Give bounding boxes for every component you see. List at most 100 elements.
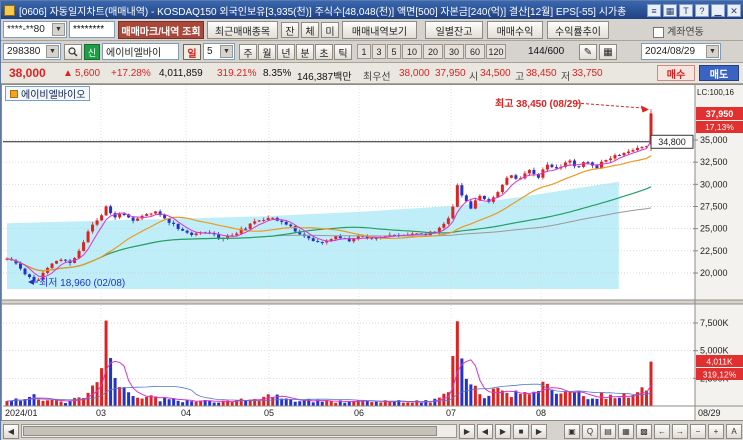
sell-button[interactable]: 매도 bbox=[699, 65, 739, 81]
profit-trend-button[interactable]: 수익률추이 bbox=[547, 21, 609, 39]
minute-button[interactable]: 120 bbox=[486, 44, 506, 59]
period-button[interactable]: 틱 bbox=[334, 44, 352, 60]
chevron-down-icon[interactable]: ▼ bbox=[220, 45, 233, 58]
chevron-down-icon[interactable]: ▼ bbox=[52, 23, 65, 36]
zoom-out-icon[interactable]: − bbox=[690, 423, 706, 439]
chart-settings-icon[interactable]: ▦ bbox=[599, 44, 617, 60]
price-info-bar: 38,000 ▲ 5,600 +17.28% 4,011,859 319.21%… bbox=[1, 63, 743, 84]
candle bbox=[109, 206, 113, 214]
volume-bar bbox=[329, 400, 333, 406]
stock-search-button[interactable] bbox=[64, 44, 82, 60]
volume-bar bbox=[320, 401, 324, 406]
volume-bar bbox=[163, 397, 167, 406]
volume-bar bbox=[73, 397, 77, 406]
minute-button[interactable]: 30 bbox=[444, 44, 464, 59]
edit-icon[interactable]: ✎ bbox=[579, 44, 597, 60]
ticker-icon[interactable]: T bbox=[679, 3, 693, 17]
nav-stop-icon[interactable]: ■ bbox=[513, 423, 529, 439]
account-link-label: 계좌연동 bbox=[667, 27, 704, 38]
candle bbox=[19, 263, 23, 269]
account-toolbar: ****-**80 ▼ 매매마크/내역 조회 최근매매종목 잔 체 미 매매내역… bbox=[1, 19, 743, 41]
nav-left-icon[interactable]: ◀ bbox=[477, 423, 493, 439]
minute-button[interactable]: 1 bbox=[357, 44, 371, 59]
candle bbox=[262, 219, 266, 221]
recent-trades-button[interactable]: 최근매매종목 bbox=[207, 21, 278, 39]
minute-button[interactable]: 10 bbox=[402, 44, 422, 59]
scrollbar-thumb[interactable] bbox=[23, 426, 437, 436]
date-select[interactable]: 2024/08/29 ▼ bbox=[641, 43, 721, 60]
chevron-down-icon[interactable]: ▼ bbox=[46, 45, 59, 58]
chart-style-icon[interactable]: ▣ bbox=[564, 423, 580, 439]
scroll-right-button[interactable]: ▶ bbox=[459, 423, 475, 439]
pan-left-icon[interactable]: ← bbox=[654, 423, 670, 439]
stock-code-input[interactable]: 298380 ▼ bbox=[3, 43, 61, 60]
grid-view-icon[interactable]: ▦ bbox=[618, 423, 634, 439]
candle bbox=[613, 155, 617, 159]
chart-tab-label: 에이비엘바이오 bbox=[21, 90, 86, 101]
current-percent-marker: 17,13% bbox=[705, 122, 734, 132]
minimize-icon[interactable]: ▁ bbox=[711, 3, 725, 17]
volume-bar bbox=[523, 392, 527, 406]
chart-scrollbar[interactable] bbox=[21, 424, 457, 438]
account-select[interactable]: ****-**80 ▼ bbox=[3, 21, 67, 38]
help-icon[interactable]: ? bbox=[695, 3, 709, 17]
pattern-icon[interactable]: ▩ bbox=[636, 423, 652, 439]
candle bbox=[59, 259, 63, 261]
filter-filled-button[interactable]: 체 bbox=[301, 22, 319, 38]
x-axis-last-label: 08/29 bbox=[698, 408, 721, 418]
account-link-toggle[interactable]: 계좌연동 bbox=[653, 23, 704, 38]
chart-stock-tab[interactable]: 에이비엘바이오 bbox=[5, 86, 91, 101]
period-button[interactable]: 초 bbox=[315, 44, 333, 60]
price-chart[interactable]: 34,800 최고 38,450 (08/29) 최저 18,960 (02/08)… bbox=[1, 84, 743, 421]
minute-button[interactable]: 5 bbox=[387, 44, 401, 59]
turnover: 8.35% bbox=[263, 68, 292, 79]
candle bbox=[271, 217, 275, 219]
scroll-left-button[interactable]: ◀ bbox=[3, 423, 19, 439]
zoom-search-icon[interactable]: Q bbox=[582, 423, 598, 439]
trade-mark-query-button[interactable]: 매매마크/내역 조회 bbox=[118, 21, 204, 39]
period-button[interactable]: 년 bbox=[277, 44, 295, 60]
candle bbox=[581, 162, 585, 167]
trade-history-button[interactable]: 매매내역보기 bbox=[342, 21, 417, 39]
nav-right-icon[interactable]: ▶ bbox=[495, 423, 511, 439]
zoom-in-icon[interactable]: + bbox=[708, 423, 724, 439]
password-field[interactable] bbox=[69, 21, 115, 38]
chevron-down-icon[interactable]: ▼ bbox=[706, 45, 719, 58]
candle bbox=[284, 221, 288, 225]
nav-buttons: ◀ ▶ ■ ▶ bbox=[477, 423, 547, 439]
list-icon[interactable]: ▤ bbox=[600, 423, 616, 439]
period-value-select[interactable]: 5 ▼ bbox=[203, 43, 235, 60]
period-button[interactable]: 분 bbox=[296, 44, 314, 60]
volume-bar bbox=[257, 400, 261, 406]
trade-profit-button[interactable]: 매매수익 bbox=[487, 21, 543, 39]
daily-balance-button[interactable]: 일별잔고 bbox=[425, 21, 483, 39]
filter-balance-button[interactable]: 잔 bbox=[281, 22, 299, 38]
buy-button[interactable]: 매수 bbox=[657, 65, 695, 81]
menu-icon[interactable]: ≡ bbox=[647, 3, 661, 17]
nav-play-icon[interactable]: ▶ bbox=[531, 423, 547, 439]
auto-scale-icon[interactable]: A bbox=[726, 423, 742, 439]
candle bbox=[577, 166, 581, 168]
titlebar[interactable]: [0606] 자동일지차트(매매내역) - KOSDAQ150 외국인보유[3,… bbox=[1, 1, 743, 19]
minute-button[interactable]: 60 bbox=[465, 44, 485, 59]
candle bbox=[311, 238, 315, 242]
candle bbox=[464, 195, 468, 202]
account-link-checkbox[interactable] bbox=[653, 26, 664, 38]
candle bbox=[118, 213, 122, 218]
minute-button[interactable]: 3 bbox=[372, 44, 386, 59]
period-button[interactable]: 월 bbox=[258, 44, 276, 60]
volume-bar bbox=[145, 396, 149, 406]
minute-button[interactable]: 20 bbox=[423, 44, 443, 59]
candle bbox=[338, 236, 342, 239]
filter-unfilled-button[interactable]: 미 bbox=[321, 22, 339, 38]
candle bbox=[289, 224, 293, 227]
candle bbox=[595, 165, 599, 169]
close-icon[interactable]: ✕ bbox=[727, 3, 741, 17]
volume-bar bbox=[487, 395, 491, 406]
grid-icon[interactable]: ▦ bbox=[663, 3, 677, 17]
period-button[interactable]: 주 bbox=[239, 44, 257, 60]
period-day-button[interactable]: 일 bbox=[183, 44, 201, 60]
volume-bar bbox=[55, 400, 59, 406]
app-icon bbox=[4, 4, 15, 16]
pan-right-icon[interactable]: → bbox=[672, 423, 688, 439]
